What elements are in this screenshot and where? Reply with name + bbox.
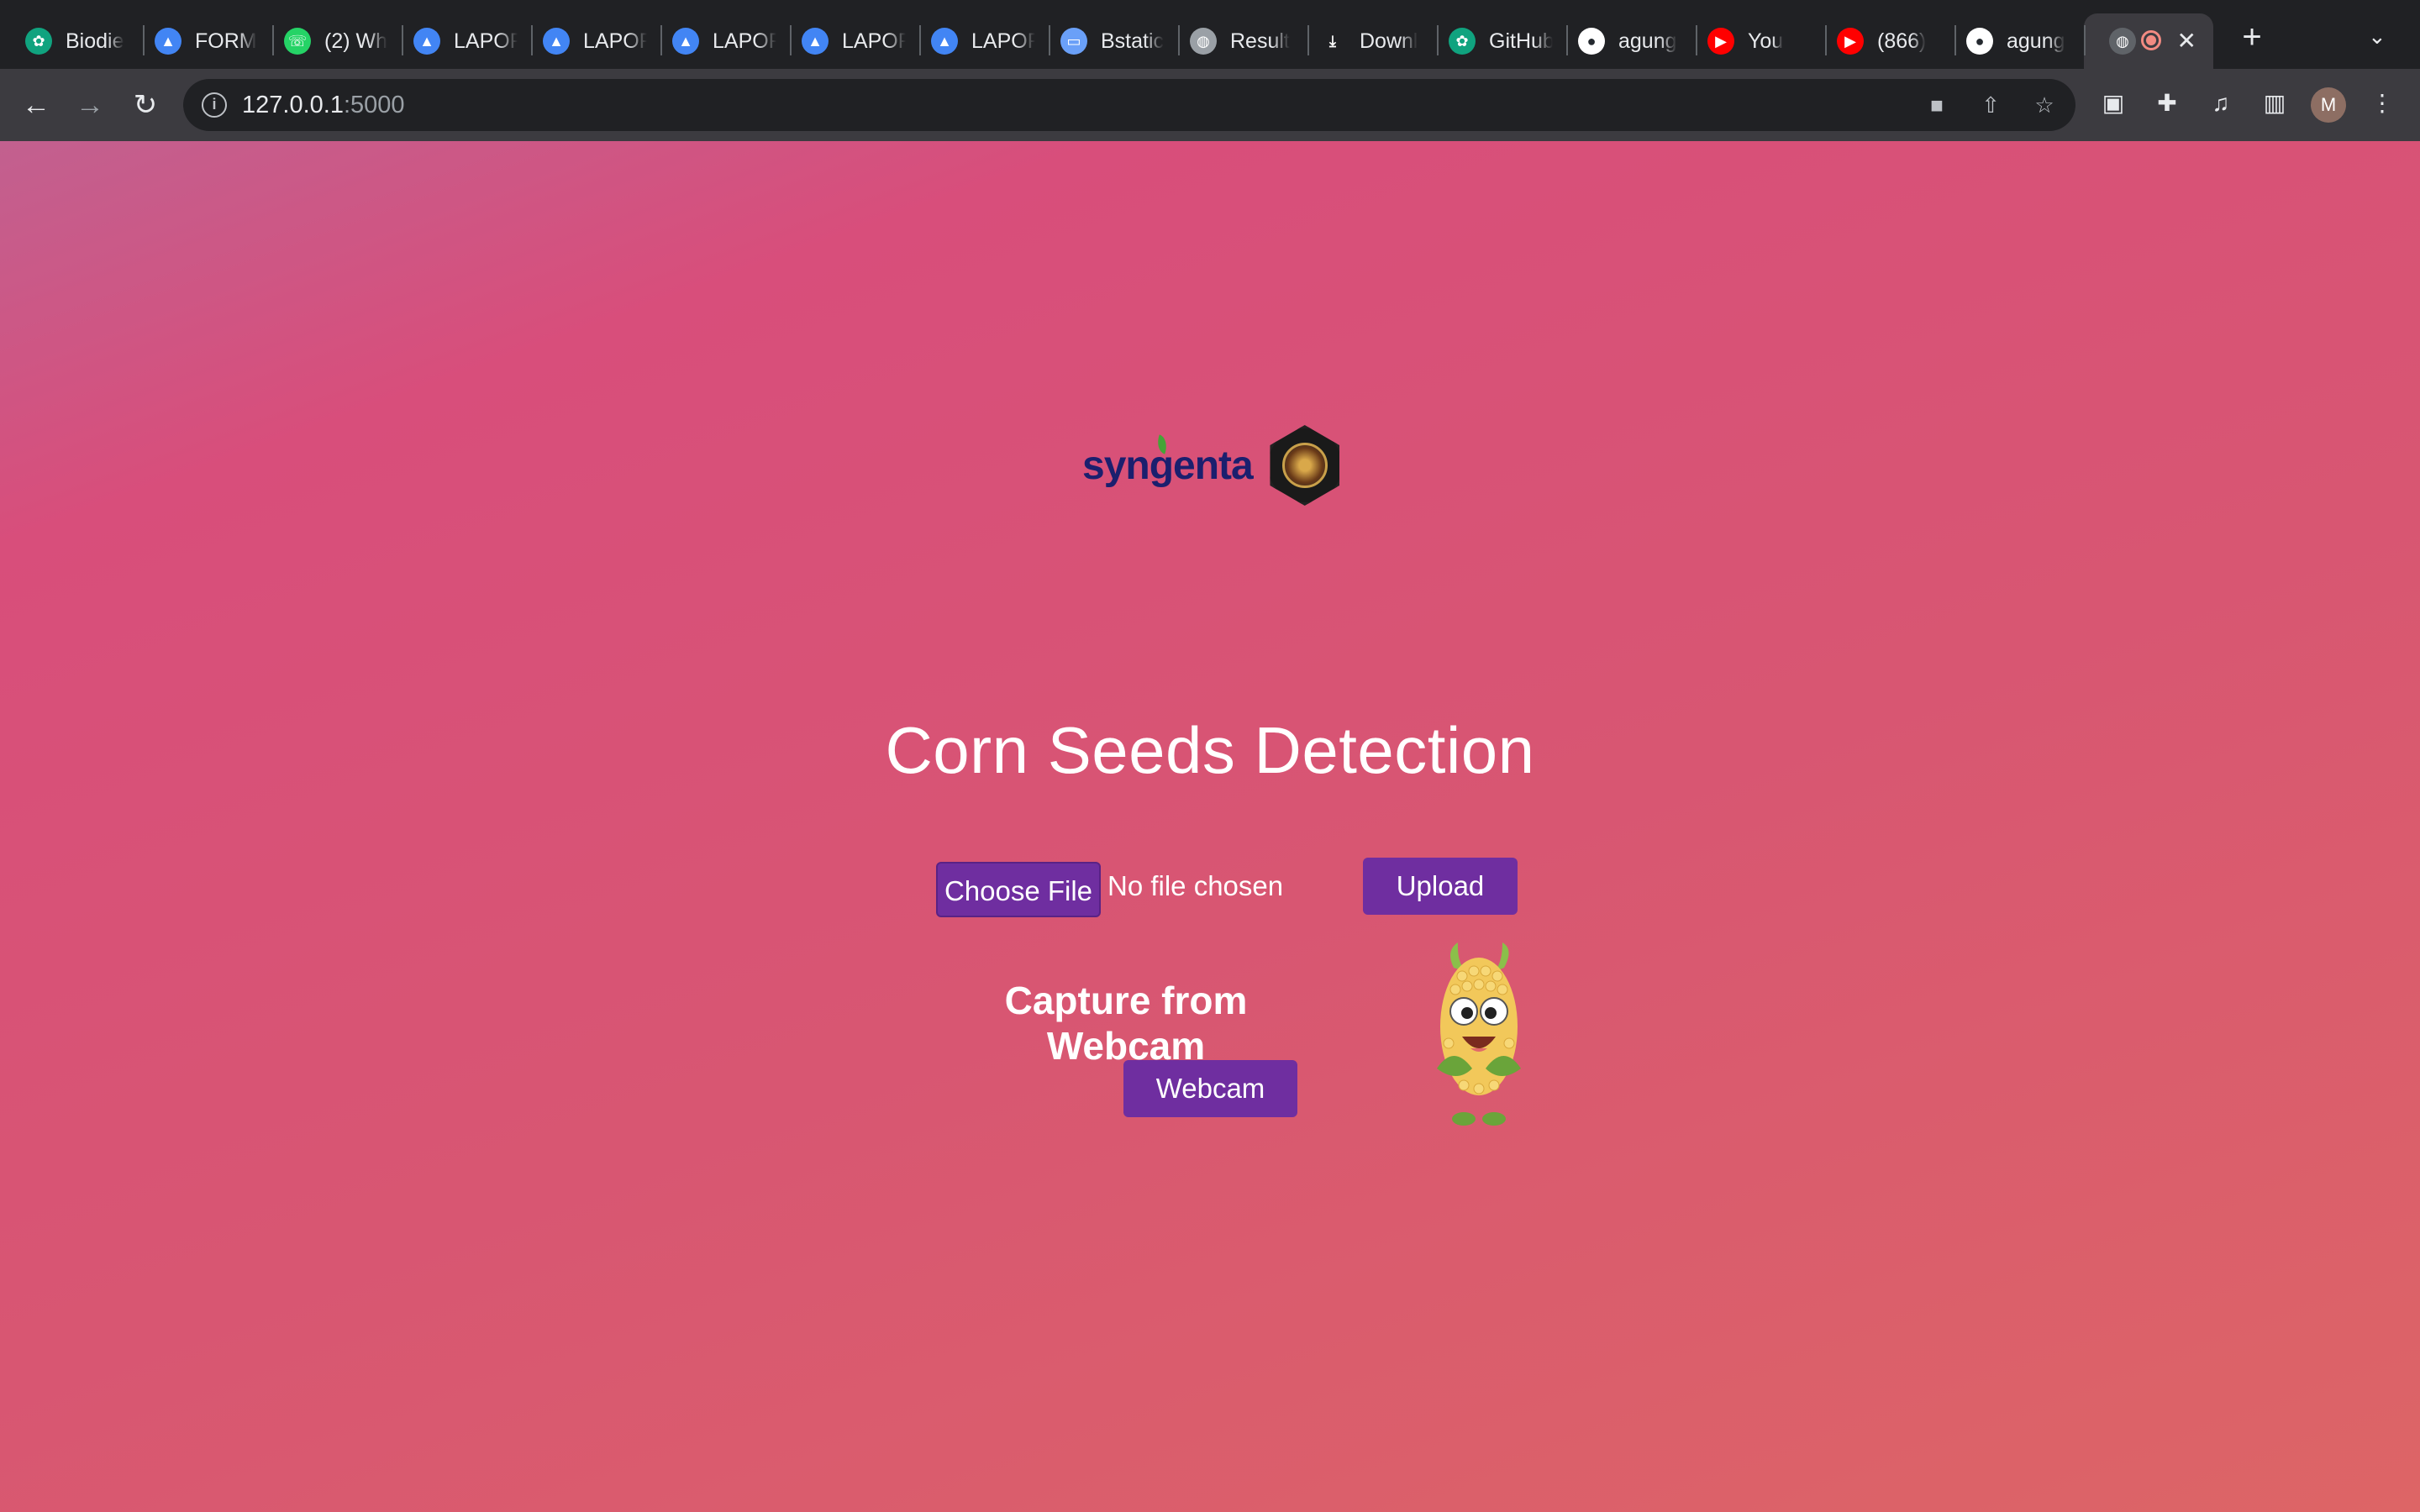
site-info-icon[interactable]: i [202,92,227,118]
logo-row: syngenta [1082,423,1345,507]
tab-title: LAPOF [842,29,906,53]
webcam-button[interactable]: Webcam [1123,1060,1297,1117]
google-drive-icon: ▲ [672,28,699,55]
tab-title: agung [1618,29,1677,53]
leaf-accent-icon [1154,433,1171,454]
tab-title: FORM [195,29,257,53]
university-seal-logo [1270,425,1340,506]
line-extension-icon[interactable]: ▣ [2097,87,2129,119]
tab[interactable]: ☏ (2) Wh [259,13,388,69]
reload-button[interactable]: ↻ [128,87,163,123]
google-drive-icon: ▲ [413,28,440,55]
openai-icon: ✿ [25,28,52,55]
tab-title: Downl [1360,29,1418,53]
tab[interactable]: ▲ FORM [129,13,259,69]
tab-title: LAPOF [971,29,1035,53]
tab-title: agung [2007,29,2065,53]
tab[interactable]: ⤓ Downl [1294,13,1423,69]
github-icon: ● [1578,28,1605,55]
forward-button[interactable]: → [72,87,108,123]
tab-title: LAPOF [713,29,776,53]
tab[interactable]: ▶ You [1682,13,1812,69]
syngenta-logo: syngenta [1082,433,1254,489]
tab[interactable]: ▭ Bstatic [1035,13,1165,69]
globe-icon: ◍ [1190,28,1217,55]
profile-avatar[interactable]: M [2311,87,2346,123]
share-icon[interactable]: ⇧ [1976,91,2005,119]
bilibili-icon: ▭ [1060,28,1087,55]
browser-toolbar: ← → ↻ i 127.0.0.1:5000 ■ ⇧ ☆ [0,69,2420,141]
tab-title: LAPOF [454,29,518,53]
camera-icon[interactable]: ■ [1923,91,1951,119]
tab[interactable]: ◍ Result [1165,13,1294,69]
tab[interactable]: ▲ LAPOF [388,13,518,69]
tab-title: Biodie [66,29,124,53]
tab[interactable]: ▲ LAPOF [776,13,906,69]
youtube-music-icon: ▶ [1707,28,1734,55]
globe-icon: ◍ [2109,28,2136,55]
tab[interactable]: ▲ LAPOF [906,13,1035,69]
google-drive-icon: ▲ [543,28,570,55]
tab-title: LAPOF [583,29,647,53]
url-port: :5000 [343,91,405,118]
tab[interactable]: ✿ Biodie [0,13,129,69]
google-drive-icon: ▲ [802,28,829,55]
tab-title: (866) [1877,29,1927,53]
github-icon: ● [1966,28,1993,55]
media-control-icon[interactable]: ♫ [2205,87,2237,119]
close-tab-icon[interactable]: ✕ [2177,27,2196,55]
choose-file-button[interactable]: Choose File [936,862,1101,917]
address-bar[interactable]: i 127.0.0.1:5000 ■ ⇧ ☆ [183,79,2075,131]
side-panel-icon[interactable]: ▥ [2259,87,2291,119]
upload-button[interactable]: Upload [1363,858,1518,915]
tab[interactable]: ✿ GitHub [1423,13,1553,69]
extensions-puzzle-icon[interactable]: ✚ [2151,87,2183,119]
openai-icon: ✿ [1449,28,1476,55]
menu-kebab-icon[interactable]: ⋮ [2366,87,2398,119]
tab-title: Result [1230,29,1290,53]
tab[interactable]: ● agung [1553,13,1682,69]
page-background [0,141,2420,1512]
tab-separator [2084,25,2086,55]
tab-active[interactable]: ◍ ✕ [2084,13,2213,69]
youtube-icon: ▶ [1837,28,1864,55]
tab-strip: ◍ ✕ + ⌄ ✿ Biodie ▲ FORM ☏ (2) Wh ▲ LAPOF ▲ LAPOF ▲… [0,0,2420,69]
whatsapp-icon: ☏ [284,28,311,55]
tab[interactable]: ▲ LAPOF [647,13,776,69]
corn-mascot-image [1437,942,1521,1126]
file-status-text: No file chosen [1107,870,1284,901]
tab[interactable]: ▲ LAPOF [518,13,647,69]
tab-title: You [1748,29,1784,53]
google-drive-icon: ▲ [931,28,958,55]
tab-search-chevron-icon[interactable]: ⌄ [2368,24,2386,50]
new-tab-button[interactable]: + [2235,20,2269,54]
download-icon: ⤓ [1329,32,1336,50]
tab-title: GitHub [1489,29,1553,53]
tab[interactable]: ● agung [1941,13,2070,69]
tab[interactable]: ▶ (866) [1812,13,1941,69]
bookmark-star-icon[interactable]: ☆ [2030,91,2059,119]
tab-title: (2) Wh [324,29,387,53]
back-button[interactable]: ← [18,87,54,123]
tab-title: Bstatic [1101,29,1165,53]
webcam-heading: Capture from Webcam [1004,979,1248,1068]
google-drive-icon: ▲ [155,28,182,55]
page-title: Corn Seeds Detection [885,713,1535,787]
url-host: 127.0.0.1 [242,91,344,118]
recording-icon [2141,30,2161,50]
